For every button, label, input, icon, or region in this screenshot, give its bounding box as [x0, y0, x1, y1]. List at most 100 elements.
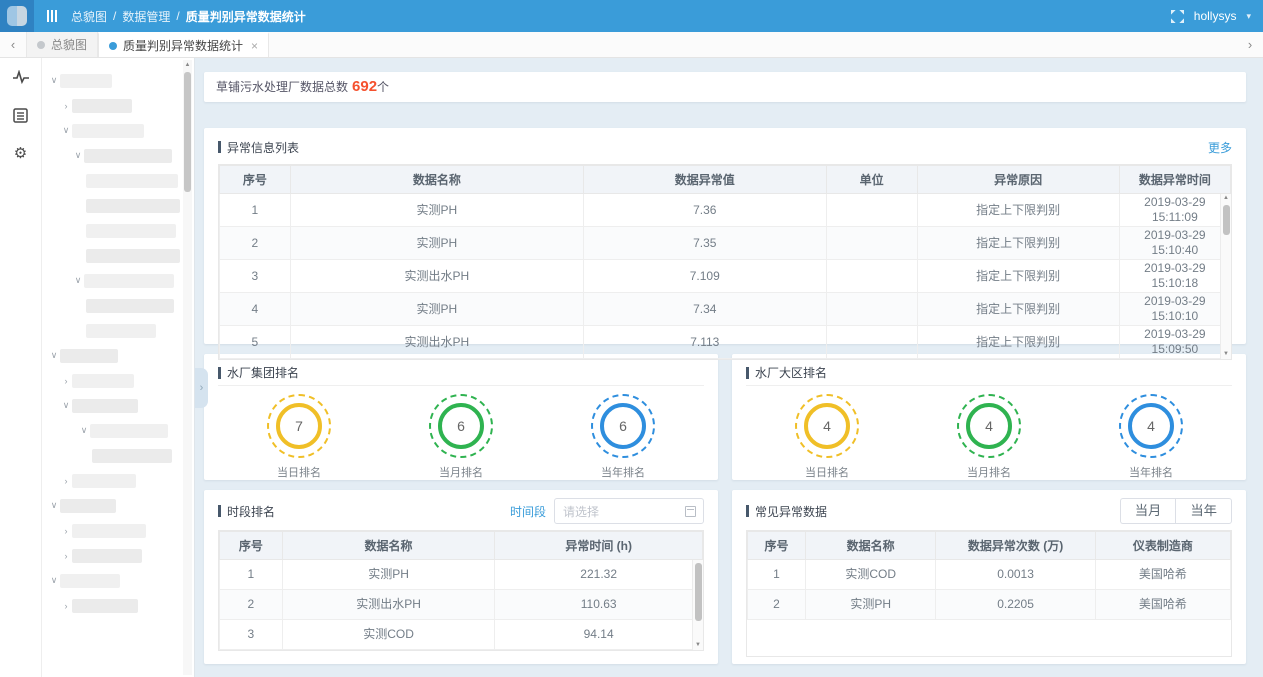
cell-reason: 指定上下限判别 [917, 194, 1119, 227]
table-row[interactable]: 5实测出水PH7.113指定上下限判别2019-03-29 15:09:50 [220, 326, 1231, 359]
chevron-down-icon[interactable]: ∨ [78, 425, 90, 436]
chevron-down-icon[interactable]: ∨ [48, 575, 60, 586]
table-row[interactable]: 2实测出水PH110.63 [220, 590, 703, 620]
tree-node[interactable]: ∨ [48, 568, 180, 593]
tab-close-icon[interactable]: × [251, 39, 258, 53]
tree-node[interactable] [86, 293, 180, 318]
tree-node[interactable]: › [60, 93, 180, 118]
table-row[interactable]: 3实测出水PH7.109指定上下限判别2019-03-29 15:10:18 [220, 260, 1231, 293]
chevron-down-icon[interactable]: ∨ [48, 500, 60, 511]
scrollbar-thumb[interactable] [1223, 205, 1230, 235]
chevron-right-icon[interactable]: › [60, 526, 72, 536]
breadcrumb-item[interactable]: 数据管理 [122, 8, 170, 25]
scroll-up-icon[interactable]: ▲ [1221, 194, 1231, 203]
tabs-scroll-left-icon[interactable]: ‹ [0, 37, 26, 52]
tree-node[interactable]: ∨ [48, 343, 180, 368]
table-row[interactable]: 1实测PH7.36指定上下限判别2019-03-29 15:11:09 [220, 194, 1231, 227]
tree-node[interactable] [86, 318, 180, 343]
cell-reason: 指定上下限判别 [917, 293, 1119, 326]
tree-node[interactable] [86, 193, 180, 218]
more-link[interactable]: 更多 [1208, 139, 1232, 156]
scrollbar-thumb[interactable] [184, 72, 191, 192]
tree-node[interactable]: ∨ [72, 268, 180, 293]
cell-index: 1 [220, 560, 283, 590]
column-header: 序号 [220, 166, 291, 194]
picker-placeholder: 请选择 [563, 503, 599, 520]
main-content: › 草铺污水处理厂数据总数692个 异常信息列表 更多 序号 数据名称 [195, 58, 1263, 677]
table-row[interactable]: 2实测PH7.35指定上下限判别2019-03-29 15:10:40 [220, 227, 1231, 260]
ranking-label: 当年排名 [1129, 464, 1173, 480]
tree-node[interactable] [86, 218, 180, 243]
cell-data-name: 实测PH [290, 293, 583, 326]
settings-gear-icon[interactable]: ⚙ [10, 142, 32, 164]
column-header: 数据异常次数 (万) [936, 532, 1095, 560]
tree-node[interactable]: › [60, 543, 180, 568]
table-row[interactable]: 1实测PH221.32 [220, 560, 703, 590]
chevron-down-icon[interactable]: ∨ [72, 275, 84, 286]
table-scrollbar[interactable]: ▼ [692, 560, 703, 650]
tree-node[interactable]: ∨ [60, 393, 180, 418]
scroll-down-icon[interactable]: ▼ [1221, 350, 1231, 359]
ranking-ring: 4 [795, 394, 859, 458]
tree-node[interactable]: ∨ [60, 118, 180, 143]
data-list-icon[interactable] [10, 104, 32, 126]
breadcrumb-separator: / [113, 9, 116, 23]
chevron-right-icon[interactable]: › [60, 376, 72, 386]
chevron-right-icon[interactable]: › [60, 476, 72, 486]
table-row[interactable]: 2实测PH0.2205美国哈希 [748, 590, 1231, 620]
tree-node[interactable]: › [60, 518, 180, 543]
current-month-button[interactable]: 当月 [1120, 498, 1176, 524]
plant-total-label: 草铺污水处理厂数据总数 [216, 80, 348, 94]
trend-pulse-icon[interactable] [10, 66, 32, 88]
scroll-down-icon[interactable]: ▼ [693, 641, 703, 650]
tree-scrollbar[interactable]: ▲ [183, 60, 192, 675]
panel-title: 时段排名 [227, 503, 275, 520]
cell-time: 2019-03-29 15:10:10 [1119, 293, 1230, 326]
chevron-down-icon[interactable]: ∨ [60, 125, 72, 136]
chevron-right-icon[interactable]: › [60, 101, 72, 111]
cell-data-name: 实测PH [805, 590, 935, 620]
tree-node[interactable]: ∨ [48, 68, 180, 93]
scrollbar-thumb[interactable] [695, 563, 702, 621]
tab-overview[interactable]: 总貌图 [26, 32, 98, 57]
time-range-picker[interactable]: 请选择 [554, 498, 704, 524]
sidebar-toggle-icon[interactable] [47, 10, 57, 22]
period-button-group: 当月 当年 [1120, 498, 1232, 524]
app-logo[interactable] [0, 0, 34, 32]
table-row[interactable]: 3实测COD94.14 [220, 620, 703, 650]
scroll-up-icon[interactable]: ▲ [183, 60, 192, 70]
tree-collapse-handle[interactable]: › [195, 368, 208, 408]
tab-bar: ‹ 总貌图 质量判别异常数据统计 × › [0, 32, 1263, 58]
tree-node[interactable]: › [60, 593, 180, 618]
tree-node[interactable]: › [60, 368, 180, 393]
tabs-scroll-right-icon[interactable]: › [1237, 32, 1263, 57]
tab-label: 质量判别异常数据统计 [123, 37, 243, 54]
table-row[interactable]: 4实测PH7.34指定上下限判别2019-03-29 15:10:10 [220, 293, 1231, 326]
cell-time: 2019-03-29 15:09:50 [1119, 326, 1230, 359]
tree-node[interactable]: › [60, 468, 180, 493]
current-year-button[interactable]: 当年 [1175, 498, 1232, 524]
tree-node[interactable] [86, 243, 180, 268]
chevron-down-icon[interactable]: ∨ [48, 350, 60, 361]
fullscreen-icon[interactable] [1171, 10, 1184, 23]
user-menu-caret-icon[interactable]: ▾ [1246, 11, 1251, 22]
tab-quality-abnormal-stats[interactable]: 质量判别异常数据统计 × [98, 32, 269, 57]
cell-time: 2019-03-29 15:10:18 [1119, 260, 1230, 293]
table-scrollbar[interactable]: ▲ ▼ [1220, 194, 1231, 359]
tree-node[interactable] [86, 168, 180, 193]
tree-node[interactable]: ∨ [78, 418, 180, 443]
chevron-down-icon[interactable]: ∨ [48, 75, 60, 86]
table-row[interactable]: 1实测COD0.0013美国哈希 [748, 560, 1231, 590]
chevron-down-icon[interactable]: ∨ [72, 150, 84, 161]
column-header: 数据异常值 [583, 166, 826, 194]
tab-status-dot [109, 42, 117, 50]
tree-node[interactable]: ∨ [72, 143, 180, 168]
chevron-down-icon[interactable]: ∨ [60, 400, 72, 411]
chevron-right-icon[interactable]: › [60, 551, 72, 561]
title-accent-bar [218, 367, 221, 379]
username-label[interactable]: hollysys [1194, 9, 1237, 23]
tree-node[interactable] [92, 443, 180, 468]
breadcrumb-item[interactable]: 总貌图 [71, 8, 107, 25]
chevron-right-icon[interactable]: › [60, 601, 72, 611]
tree-node[interactable]: ∨ [48, 493, 180, 518]
